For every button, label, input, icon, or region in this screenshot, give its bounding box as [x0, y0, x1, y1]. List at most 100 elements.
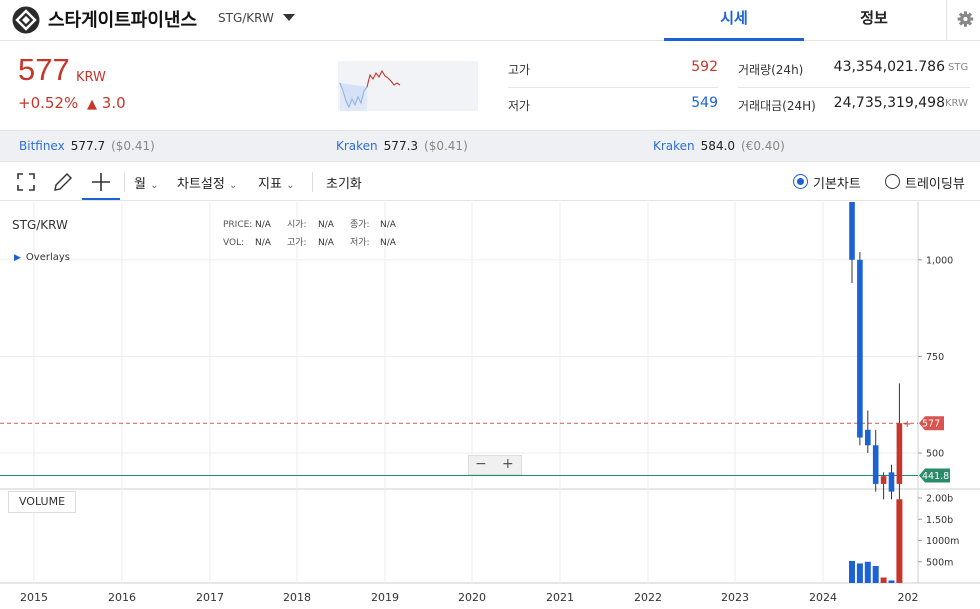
volume-bar — [880, 577, 887, 583]
chart-settings-dropdown[interactable]: 차트설정 ⌄ — [177, 173, 237, 192]
exchange-diff: ($0.41) — [111, 139, 155, 153]
low-value: 549 — [691, 95, 718, 111]
coin-logo-icon — [12, 6, 40, 34]
ohlc-value: N/A — [380, 238, 396, 248]
ohlc-label: 시가: — [287, 220, 307, 230]
amount-unit: KRW — [945, 98, 968, 109]
play-icon: ▶ — [14, 253, 21, 263]
divider — [738, 87, 970, 88]
ohlc-legend: PRICE: N/A 시가: N/A 종가: N/A VOL: N/A 고가: N/A 저가: N/… — [223, 217, 396, 248]
ohlc-value: N/A — [318, 238, 334, 248]
crosshair-icon[interactable] — [88, 169, 114, 195]
fullscreen-icon[interactable] — [13, 169, 39, 195]
volume-tick-label: 1.50b — [926, 515, 953, 526]
volume-tick-label: 500m — [926, 557, 953, 568]
divider — [508, 87, 718, 88]
tradingview-label[interactable]: 트레이딩뷰 — [905, 173, 965, 192]
ohlc-value: N/A — [380, 220, 396, 230]
x-tick-label: 2021 — [546, 591, 574, 604]
overlays-toggle[interactable]: ▶ Overlays — [14, 252, 70, 263]
exchange-item[interactable]: Kraken 577.3 ($0.41) — [336, 139, 468, 153]
volume-bar — [856, 563, 863, 583]
change-percent: +0.52% — [18, 94, 79, 112]
divider — [312, 172, 313, 192]
chevron-down-icon: ⌄ — [228, 180, 238, 191]
x-tick-label: 2022 — [634, 591, 662, 604]
chevron-down-icon[interactable] — [283, 14, 295, 21]
ohlc-label: 종가: — [350, 220, 370, 230]
volume-tick-label: 2.00b — [926, 494, 953, 505]
overlays-label: Overlays — [25, 252, 71, 263]
candle-body — [857, 259, 863, 438]
exchange-price-bar: Bitfinex 577.7 ($0.41) Kraken 577.3 ($0.41) … — [0, 130, 980, 162]
coin-name[interactable]: 스타게이트파이낸스 — [48, 6, 197, 32]
volume-value: 43,354,021.786 — [833, 59, 945, 75]
high-label: 고가 — [508, 63, 531, 77]
pencil-icon[interactable] — [50, 169, 76, 195]
tab-info[interactable]: 정보 — [804, 0, 944, 41]
x-tick-label: 2019 — [371, 591, 399, 604]
zoom-in-button[interactable]: + — [502, 456, 514, 472]
ohlc-value: N/A — [255, 220, 271, 230]
volume-bar — [888, 580, 895, 583]
candle-body — [888, 472, 895, 492]
exchange-diff: (€0.40) — [741, 139, 785, 153]
exchange-item[interactable]: Kraken 584.0 (€0.40) — [653, 139, 785, 153]
exchange-name[interactable]: Kraken — [336, 139, 378, 153]
ohlc-label: 고가: — [287, 238, 307, 248]
y-tick-label: 750 — [926, 352, 944, 363]
gear-icon[interactable] — [946, 0, 980, 41]
price-change: +0.52% ▲ 3.0 — [18, 94, 126, 112]
ohlc-label: VOL: — [223, 238, 245, 248]
amount-value: 24,735,319,498 — [833, 95, 945, 111]
price-chart[interactable]: 2015 2016 2017 2018 2019 2020 2021 2022 2023 2024… — [0, 202, 980, 609]
chevron-down-icon: ⌄ — [286, 180, 295, 191]
crosshair-active-underline — [82, 198, 120, 200]
exchange-item[interactable]: Bitfinex 577.7 ($0.41) — [19, 139, 155, 153]
indicators-dropdown[interactable]: 지표 ⌄ — [258, 173, 294, 192]
x-tick-label: 2024 — [809, 591, 837, 604]
exchange-name[interactable]: Bitfinex — [19, 139, 65, 153]
tradingview-radio[interactable] — [885, 174, 900, 189]
exchange-name[interactable]: Kraken — [653, 139, 695, 153]
volume-bar — [849, 560, 855, 583]
indicators-label: 지표 — [258, 177, 282, 192]
candle-body — [872, 445, 879, 484]
ohlc-label: 저가: — [350, 238, 370, 248]
period-dropdown[interactable]: 월 ⌄ — [134, 173, 159, 192]
volume-tick-label: 1000m — [926, 536, 959, 547]
x-tick-label: 2018 — [283, 591, 311, 604]
volume-bar — [872, 566, 879, 583]
reset-button[interactable]: 초기화 — [326, 173, 362, 192]
x-tick-label: 2016 — [108, 591, 136, 604]
volume-label: 거래량(24h) — [738, 63, 804, 77]
exchange-price: 584.0 — [700, 139, 736, 153]
basic-chart-radio[interactable] — [793, 174, 808, 189]
chart-toolbar: 월 ⌄ 차트설정 ⌄ 지표 ⌄ 초기화 기본차트 트레이딩뷰 — [0, 163, 980, 201]
last-price-marker: + — [903, 419, 911, 430]
low-label: 저가 — [508, 99, 531, 113]
last-price-tag-label: 577 — [922, 419, 940, 430]
ohlc-value: N/A — [318, 220, 334, 230]
exchange-diff: ($0.41) — [424, 139, 468, 153]
volume-unit: STG — [948, 62, 969, 73]
exchange-price: 577.3 — [383, 139, 419, 153]
zoom-out-button[interactable]: − — [475, 456, 487, 472]
ohlc-value: N/A — [255, 238, 271, 248]
chevron-down-icon: ⌄ — [150, 180, 159, 191]
basic-chart-label[interactable]: 기본차트 — [813, 173, 861, 192]
up-arrow-icon: ▲ — [87, 97, 98, 112]
change-absolute: 3.0 — [101, 94, 126, 112]
pair-label[interactable]: STG/KRW — [218, 11, 274, 25]
chart-settings-label: 차트설정 — [177, 177, 225, 192]
candle-body — [865, 429, 871, 446]
chart-title: STG/KRW — [12, 218, 68, 232]
tab-price[interactable]: 시세 — [664, 0, 804, 41]
candle-body — [880, 476, 887, 484]
x-tick-label: 2020 — [458, 591, 486, 604]
x-tick-label: 2015 — [20, 591, 48, 604]
x-tick-label: 2017 — [196, 591, 224, 604]
exchange-price: 577.7 — [70, 139, 106, 153]
current-price: 577 — [18, 52, 70, 87]
top-header: 스타게이트파이낸스 STG/KRW 시세 정보 — [0, 0, 980, 41]
